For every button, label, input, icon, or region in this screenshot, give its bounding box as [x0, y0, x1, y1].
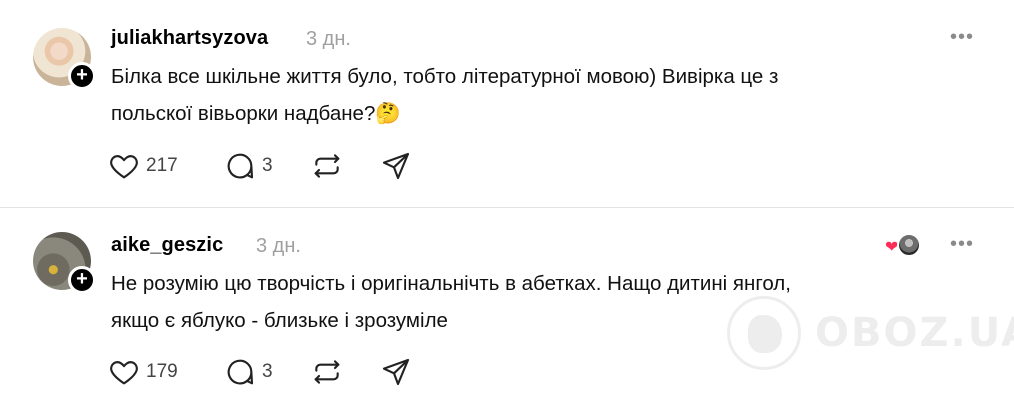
follow-button[interactable]: +	[68, 266, 96, 294]
repost-button[interactable]	[311, 150, 343, 182]
watermark-text: OBOZ.UA	[815, 310, 1014, 356]
comment-icon	[224, 356, 256, 388]
username[interactable]: aike_geszic	[111, 234, 223, 257]
comment-1: + juliakhartsyzova 3 дн. ••• Білка все ш…	[0, 0, 1014, 207]
comment-text: Білка все шкільне життя було, тобто літе…	[111, 58, 971, 132]
watermark-logo-icon	[727, 296, 801, 370]
avatar-wrap[interactable]: +	[33, 28, 96, 90]
liked-by-author: ❤	[885, 233, 921, 257]
heart-icon	[108, 150, 140, 182]
like-button[interactable]: 217	[108, 150, 178, 182]
follow-button[interactable]: +	[68, 62, 96, 90]
more-options-button[interactable]: •••	[950, 26, 974, 49]
like-button[interactable]: 179	[108, 356, 178, 388]
reply-count: 3	[262, 155, 273, 176]
share-button[interactable]	[380, 356, 412, 388]
liked-by-avatar	[897, 233, 921, 257]
comment-text-line: польскої вівьорки надбане?🤔	[111, 102, 401, 125]
reply-button[interactable]: 3	[224, 150, 273, 182]
comment-icon	[224, 150, 256, 182]
timestamp[interactable]: 3 дн.	[256, 235, 301, 258]
watermark: OBOZ.UA	[727, 296, 1014, 370]
divider	[0, 207, 1014, 208]
heart-icon	[108, 356, 140, 388]
username[interactable]: juliakhartsyzova	[111, 27, 268, 50]
repost-icon	[311, 150, 343, 182]
repost-icon	[311, 356, 343, 388]
send-icon	[380, 150, 412, 182]
share-button[interactable]	[380, 150, 412, 182]
repost-button[interactable]	[311, 356, 343, 388]
timestamp[interactable]: 3 дн.	[306, 28, 351, 51]
reply-count: 3	[262, 361, 273, 382]
like-count: 179	[146, 361, 178, 382]
reply-button[interactable]: 3	[224, 356, 273, 388]
comment-text-line: Білка все шкільне життя було, тобто літе…	[111, 65, 779, 88]
avatar-wrap[interactable]: +	[33, 232, 96, 294]
more-options-button[interactable]: •••	[950, 233, 974, 256]
like-count: 217	[146, 155, 178, 176]
send-icon	[380, 356, 412, 388]
